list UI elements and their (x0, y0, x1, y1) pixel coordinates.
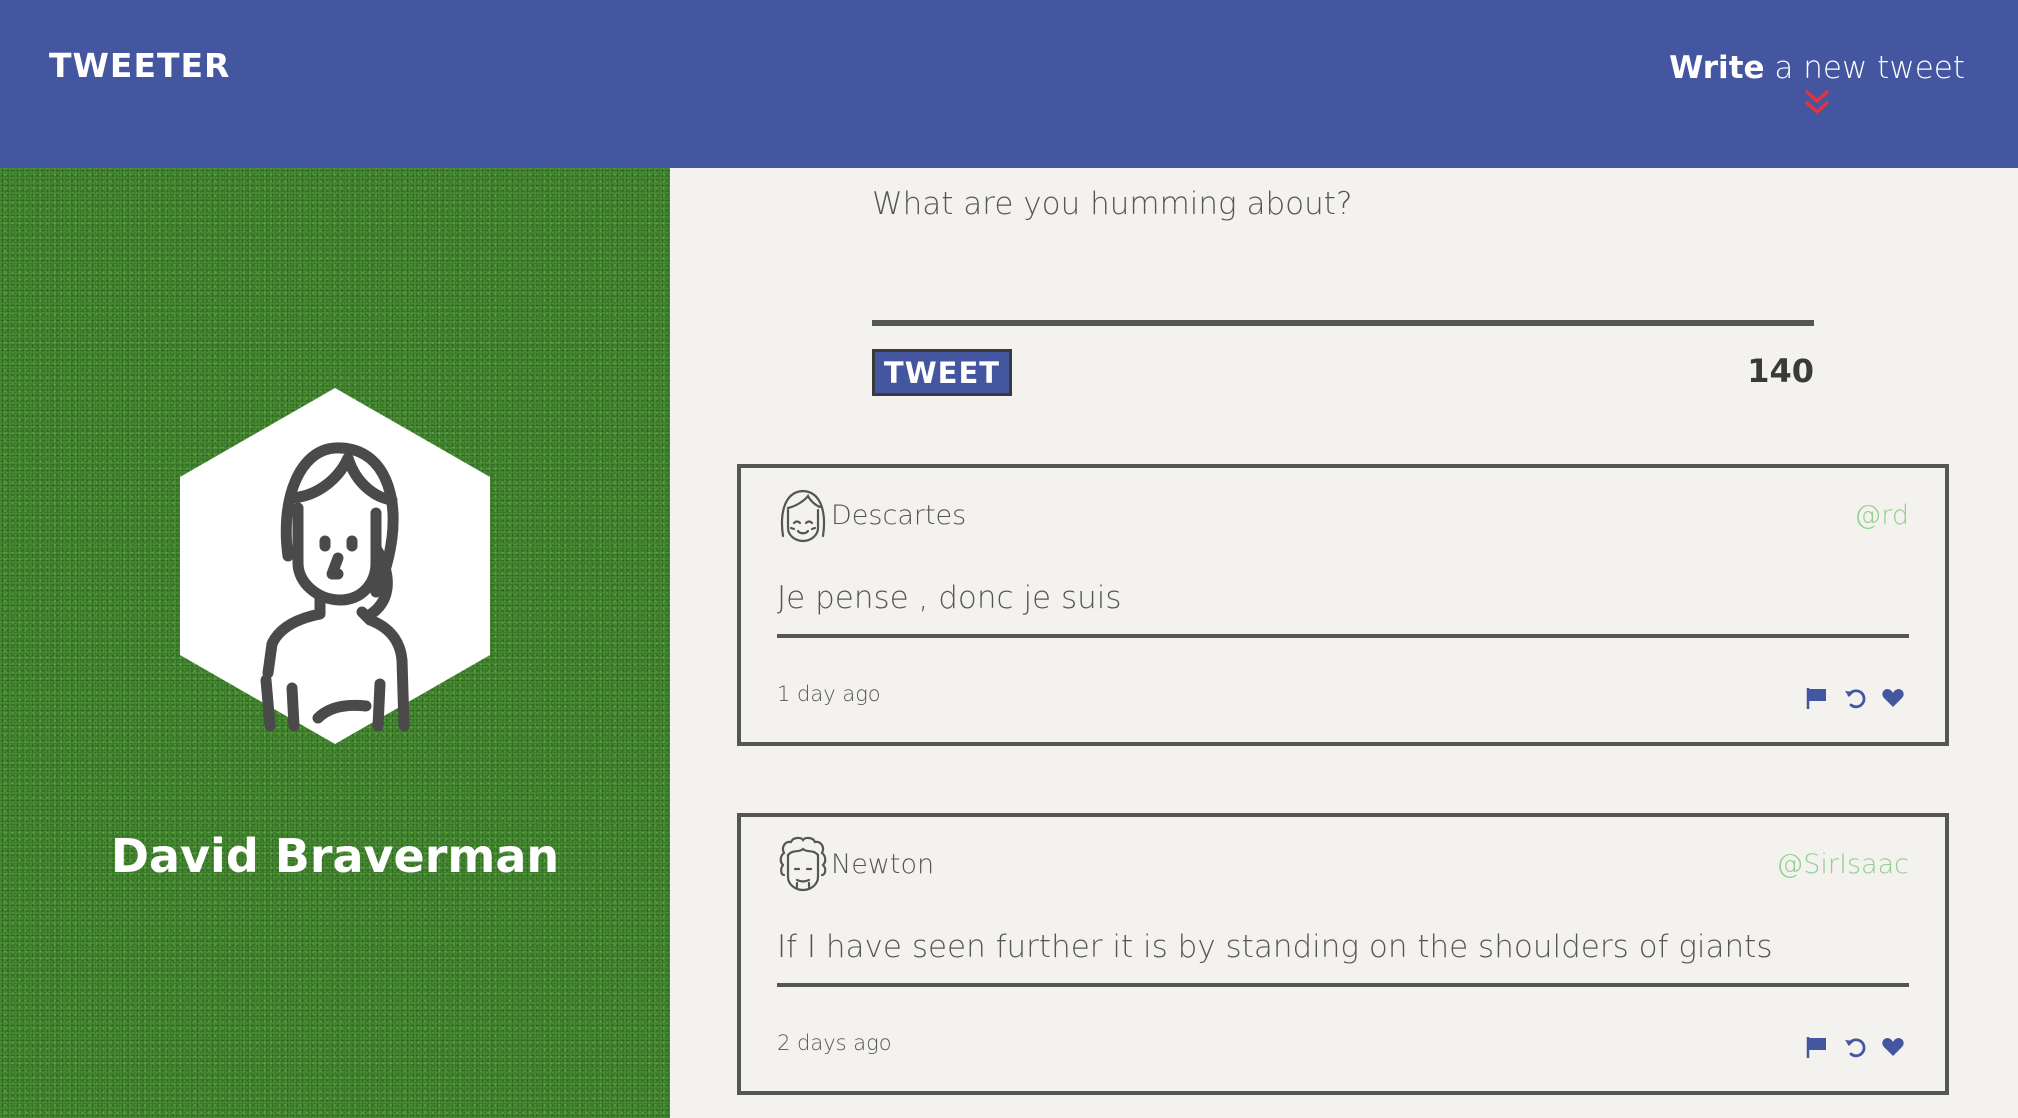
character-counter: 140 (1747, 352, 1814, 390)
tweet-body: If I have seen further it is by standing… (777, 929, 1909, 987)
tweet-timestamp: 2 days ago (777, 1031, 892, 1055)
girl-avatar-icon (780, 489, 826, 543)
write-new-tweet-label: Write a new tweet (1669, 50, 1965, 86)
tweet-timestamp: 1 day ago (777, 682, 881, 706)
compose-box: TWEET 140 (872, 186, 1814, 396)
tweet-author[interactable]: Newton (831, 849, 934, 880)
retweet-icon[interactable] (1843, 686, 1867, 710)
tweet-body: Je pense , donc je suis (777, 580, 1909, 638)
brand-logo[interactable]: TWEETER (49, 46, 230, 85)
profile-name: David Braverman (110, 829, 560, 883)
write-rest-label: a new tweet (1764, 50, 1965, 86)
main-feed: TWEET 140 Descartes @rd Je pense , donc … (670, 168, 2018, 1118)
top-nav: TWEETER Write a new tweet (0, 0, 2018, 168)
tweet-header: Newton @SirIsaac (777, 835, 1909, 893)
tweet-handle[interactable]: @rd (1854, 500, 1909, 531)
write-new-tweet-toggle[interactable]: Write a new tweet (1669, 50, 1965, 118)
curly-hair-avatar-icon (779, 836, 827, 892)
tweet-submit-button[interactable]: TWEET (872, 349, 1012, 396)
tweet-handle[interactable]: @SirIsaac (1776, 849, 1909, 880)
write-bold-label: Write (1669, 50, 1765, 86)
heart-icon[interactable] (1881, 1035, 1905, 1059)
tweet-header: Descartes @rd (777, 486, 1909, 544)
flag-icon[interactable] (1805, 1035, 1829, 1059)
tweet-author[interactable]: Descartes (831, 500, 966, 531)
heart-icon[interactable] (1881, 686, 1905, 710)
tweet-input[interactable] (872, 186, 1814, 326)
profile-sidebar: David Braverman (0, 168, 670, 1118)
double-chevron-down-icon[interactable] (1802, 88, 1832, 118)
tweet-actions (1805, 686, 1905, 710)
flag-icon[interactable] (1805, 686, 1829, 710)
tweet-actions (1805, 1035, 1905, 1059)
tweet-card: Descartes @rd Je pense , donc je suis 1 … (737, 464, 1949, 746)
retweet-icon[interactable] (1843, 1035, 1867, 1059)
tweet-card: Newton @SirIsaac If I have seen further … (737, 813, 1949, 1095)
woman-avatar-icon (180, 388, 490, 744)
